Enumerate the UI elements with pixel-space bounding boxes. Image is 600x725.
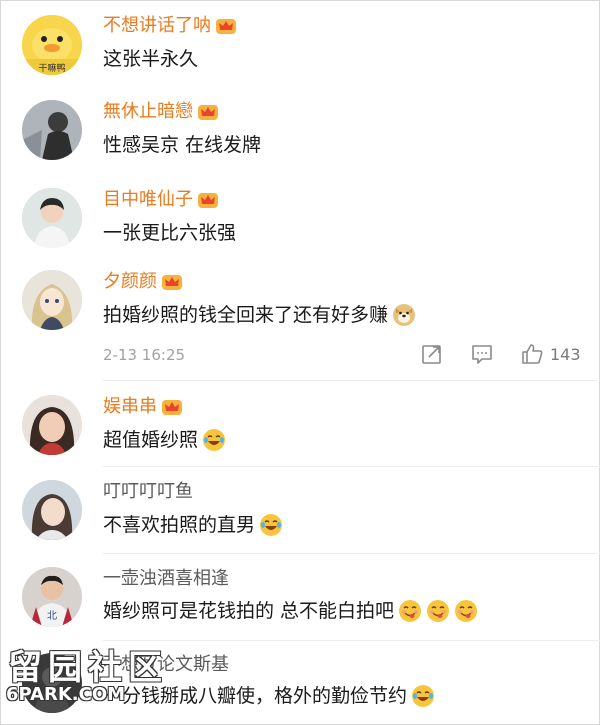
name-row: 一壶浊酒喜相逢 bbox=[103, 565, 229, 593]
watermark-cn: 留园社区 bbox=[8, 648, 168, 688]
name-row: 目中唯仙子 bbox=[103, 186, 219, 214]
username[interactable]: 叮叮叮叮鱼 bbox=[103, 478, 193, 506]
anime-girl-icon bbox=[22, 270, 82, 330]
yellow-duck-icon: 干嘛鸭 bbox=[22, 15, 82, 75]
avatar[interactable] bbox=[22, 188, 82, 248]
man-jersey-icon: 北 bbox=[22, 567, 82, 627]
dark-photo-icon bbox=[22, 100, 82, 160]
avatar-caption: 干嘛鸭 bbox=[38, 62, 65, 74]
yum-emoji-icon bbox=[426, 599, 450, 623]
laugh-cry-emoji-icon bbox=[411, 684, 435, 708]
yum-emoji-icon bbox=[454, 599, 478, 623]
doge-emoji-icon bbox=[392, 303, 416, 327]
laugh-cry-emoji-icon bbox=[202, 428, 226, 452]
username[interactable]: 娱串串 bbox=[103, 393, 157, 421]
username[interactable]: 夕颜颜 bbox=[103, 268, 157, 296]
name-row: 無休止暗戀 bbox=[103, 98, 219, 126]
divider bbox=[103, 380, 600, 381]
comment-text: 超值婚纱照 bbox=[103, 425, 226, 455]
comment-actions: 143 bbox=[420, 340, 581, 368]
username[interactable]: 目中唯仙子 bbox=[103, 186, 193, 214]
crown-badge-icon bbox=[162, 400, 182, 415]
crown-badge-icon bbox=[216, 19, 236, 34]
avatar[interactable] bbox=[22, 395, 82, 455]
like-button[interactable]: 143 bbox=[520, 342, 581, 366]
comment-reply-icon[interactable] bbox=[470, 342, 494, 366]
comment-text: 不喜欢拍照的直男 bbox=[103, 510, 283, 540]
young-man-icon bbox=[22, 188, 82, 248]
comment-text: 拍婚纱照的钱全回来了还有好多赚 bbox=[103, 300, 416, 330]
comment-text: 婚纱照可是花钱拍的 总不能白拍吧 bbox=[103, 596, 478, 626]
name-row: 夕颜颜 bbox=[103, 268, 183, 296]
crown-badge-icon bbox=[198, 105, 218, 120]
thumbs-up-icon bbox=[522, 344, 543, 364]
laugh-cry-emoji-icon bbox=[259, 513, 283, 537]
girl-red-icon bbox=[22, 395, 82, 455]
avatar[interactable]: 干嘛鸭 bbox=[22, 15, 82, 75]
watermark-en: 6PARK.COM bbox=[6, 684, 126, 705]
avatar[interactable] bbox=[22, 270, 82, 330]
crown-badge-icon bbox=[198, 193, 218, 208]
watermark: 留园社区 6PARK.COM bbox=[0, 640, 210, 725]
username[interactable]: 無休止暗戀 bbox=[103, 98, 193, 126]
divider bbox=[103, 466, 600, 467]
comment-text: 性感吴京 在线发牌 bbox=[103, 134, 262, 156]
svg-text:北: 北 bbox=[47, 610, 57, 622]
comment-text: 一张更比六张强 bbox=[103, 222, 237, 244]
yum-emoji-icon bbox=[398, 599, 422, 623]
girl-soft-icon bbox=[22, 480, 82, 540]
divider bbox=[103, 553, 600, 554]
comment-timestamp: 2-13 16:25 bbox=[103, 346, 186, 364]
name-row: 叮叮叮叮鱼 bbox=[103, 478, 193, 506]
share-icon[interactable] bbox=[420, 342, 444, 366]
avatar[interactable] bbox=[22, 480, 82, 540]
crown-badge-icon bbox=[162, 275, 182, 290]
avatar[interactable]: 北 bbox=[22, 567, 82, 627]
name-row: 娱串串 bbox=[103, 393, 183, 421]
name-row: 不想讲话了呐 bbox=[103, 12, 237, 40]
username[interactable]: 不想讲话了呐 bbox=[103, 12, 211, 40]
avatar[interactable] bbox=[22, 100, 82, 160]
username[interactable]: 一壶浊酒喜相逢 bbox=[103, 565, 229, 593]
comment-text: 这张半永久 bbox=[103, 48, 199, 70]
like-count: 143 bbox=[550, 344, 581, 364]
